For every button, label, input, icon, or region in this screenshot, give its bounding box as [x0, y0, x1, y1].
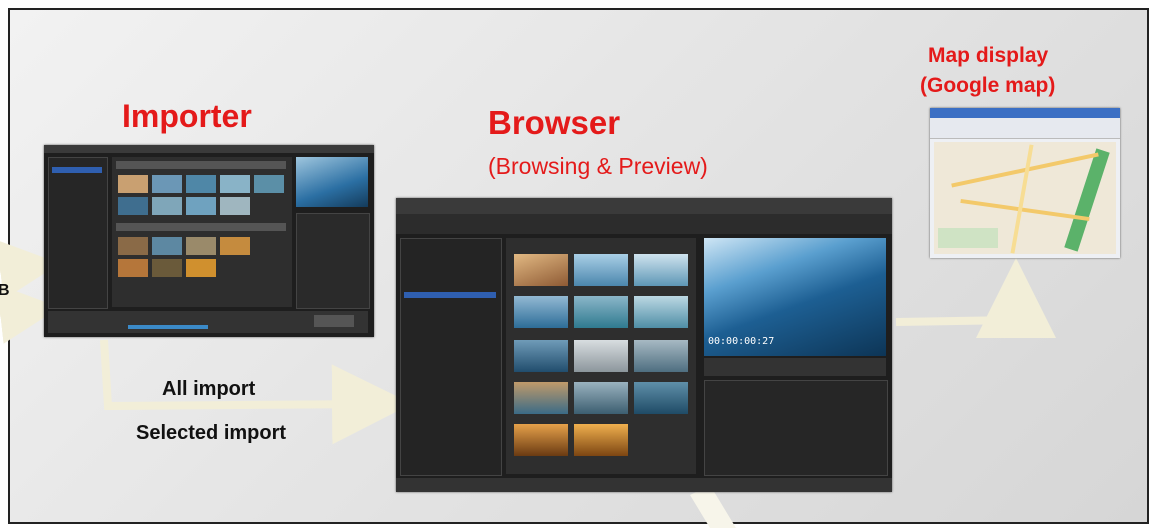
incoming-arrow-2 [0, 284, 60, 344]
preview-timecode: 00:00:00:27 [708, 336, 775, 347]
browser-screenshot: 00:00:00:27 [396, 198, 892, 492]
incoming-arrow-1 [0, 240, 60, 300]
map-title-line2: (Google map) [920, 74, 1056, 97]
map-arrow [895, 258, 1056, 338]
browser-title: Browser [488, 104, 621, 141]
map-screenshot [930, 108, 1120, 258]
importer-title: Importer [122, 98, 252, 134]
selected-import-label: Selected import [136, 422, 287, 444]
importer-screenshot [44, 145, 374, 337]
edge-label: B [0, 282, 10, 299]
browser-subtitle: (Browsing & Preview) [488, 153, 708, 179]
all-import-label: All import [162, 378, 256, 400]
map-title-line1: Map display [928, 44, 1049, 67]
